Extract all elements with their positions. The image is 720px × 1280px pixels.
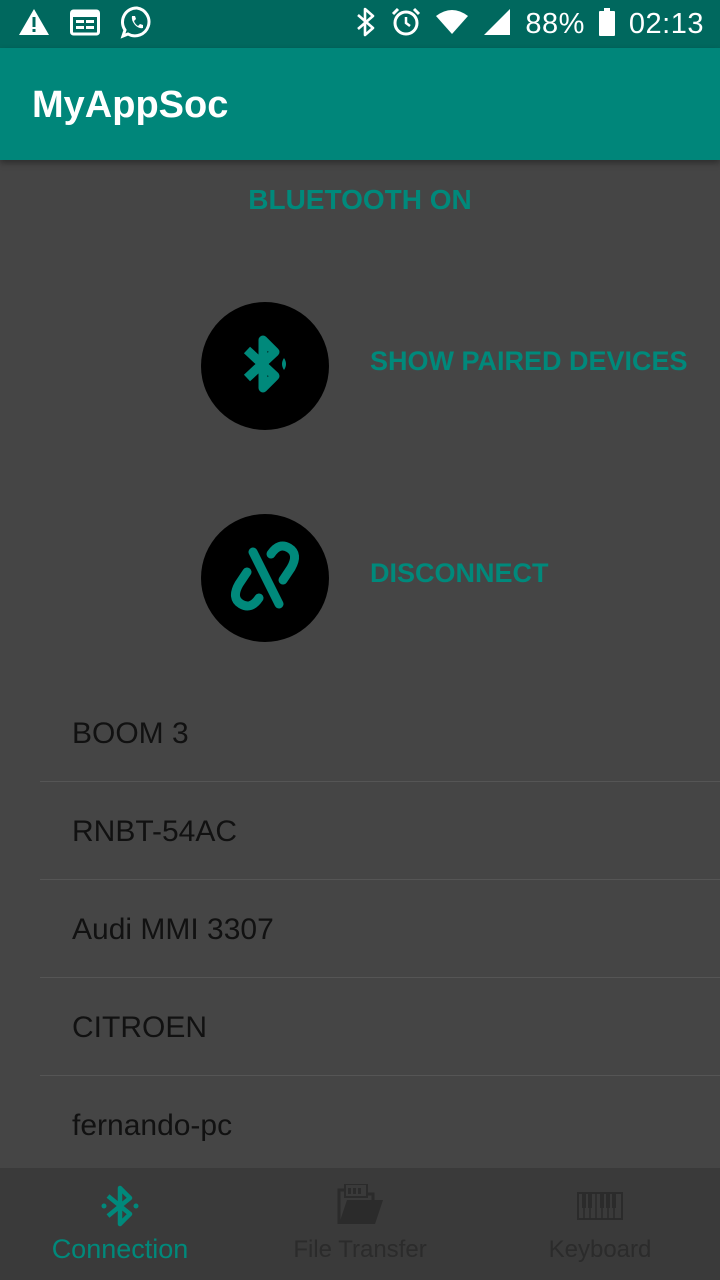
list-item[interactable]: CITROEN bbox=[40, 978, 720, 1076]
status-bar-notifications bbox=[18, 5, 154, 44]
alarm-icon bbox=[391, 7, 421, 42]
list-item[interactable]: fernando-pc bbox=[40, 1076, 720, 1173]
nav-keyboard[interactable]: Keyboard bbox=[480, 1168, 720, 1280]
wifi-icon bbox=[435, 8, 469, 41]
device-name: CITROEN bbox=[72, 1011, 207, 1044]
device-name: Audi MMI 3307 bbox=[72, 913, 274, 946]
whatsapp-icon bbox=[120, 5, 154, 44]
status-bar: 88% 02:13 bbox=[0, 0, 720, 48]
nav-label: Connection bbox=[51, 1234, 189, 1264]
device-name: fernando-pc bbox=[72, 1109, 233, 1142]
piano-icon bbox=[480, 1184, 720, 1228]
signal-icon bbox=[483, 8, 511, 41]
list-item[interactable]: RNBT-54AC bbox=[40, 782, 720, 880]
list-item[interactable]: Audi MMI 3307 bbox=[40, 880, 720, 978]
bluetooth-icon bbox=[355, 7, 377, 42]
app-title: MyAppSoc bbox=[32, 84, 229, 126]
nav-label: Keyboard bbox=[548, 1236, 652, 1263]
bluetooth-searching-icon bbox=[225, 324, 305, 409]
device-name: BOOM 3 bbox=[72, 717, 189, 750]
warning-icon bbox=[18, 7, 50, 42]
nav-connection[interactable]: Connection bbox=[0, 1168, 240, 1280]
link-off-icon bbox=[223, 534, 307, 623]
battery-percent: 88% bbox=[525, 7, 585, 40]
device-name: RNBT-54AC bbox=[72, 815, 238, 848]
disconnect-label[interactable]: DISCONNECT bbox=[370, 558, 549, 589]
clock: 02:13 bbox=[628, 7, 704, 40]
battery-icon bbox=[598, 7, 615, 41]
status-bar-system: 88% 02:13 bbox=[355, 6, 704, 42]
disconnect-button[interactable] bbox=[201, 514, 329, 642]
midi-folder-icon bbox=[240, 1184, 480, 1228]
bluetooth-icon bbox=[0, 1184, 240, 1228]
list-item[interactable]: BOOM 3 bbox=[40, 684, 720, 782]
nav-label: File Transfer bbox=[293, 1236, 427, 1263]
calendar-icon bbox=[70, 8, 100, 41]
app-bar: MyAppSoc bbox=[0, 48, 720, 160]
show-paired-devices-label[interactable]: SHOW PAIRED DEVICES bbox=[370, 346, 688, 377]
show-paired-devices-button[interactable] bbox=[201, 302, 329, 430]
device-list: BOOM 3 RNBT-54AC Audi MMI 3307 CITROEN f… bbox=[0, 684, 720, 1173]
nav-file-transfer[interactable]: File Transfer bbox=[240, 1168, 480, 1280]
bottom-navigation: Connection File Transfer Keyboard bbox=[0, 1168, 720, 1280]
bluetooth-status: BLUETOOTH ON bbox=[248, 184, 472, 215]
